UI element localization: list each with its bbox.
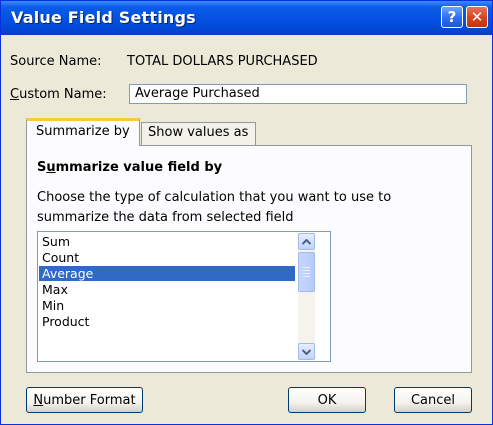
ok-button[interactable]: OK — [288, 387, 366, 413]
list-item-max[interactable]: Max — [39, 282, 295, 297]
tab-show-values-as[interactable]: Show values as — [141, 122, 256, 146]
heading-accel: u — [46, 160, 56, 175]
title-bar[interactable]: Value Field Settings ? ✕ — [1, 1, 492, 35]
help-label: ? — [447, 8, 457, 26]
list-item-sum[interactable]: Sum — [39, 234, 295, 249]
close-icon[interactable]: ✕ — [466, 6, 488, 28]
list-item-count[interactable]: Count — [39, 250, 295, 265]
scrollbar-thumb[interactable] — [298, 252, 315, 292]
help-icon[interactable]: ? — [441, 6, 463, 28]
list-item-product[interactable]: Product — [39, 314, 295, 329]
number-format-accel: N — [33, 392, 44, 408]
number-format-label: umber Format — [43, 392, 136, 408]
summarize-heading: Summarize value field by — [37, 160, 222, 175]
custom-name-input[interactable]: Average Purchased — [129, 84, 467, 104]
heading-rest: mmarize value field by — [55, 160, 223, 175]
arrow-down-icon[interactable] — [298, 343, 315, 360]
list-item-average[interactable]: Average — [39, 266, 295, 281]
value-field-settings-dialog: Value Field Settings ? ✕ Source Name: TO… — [0, 0, 493, 425]
source-name-value: TOTAL DOLLARS PURCHASED — [127, 54, 318, 69]
source-name-label: Source Name: — [10, 54, 102, 69]
summarize-description: Choose the type of calculation that you … — [37, 190, 392, 225]
number-format-button[interactable]: Number Format — [26, 387, 143, 413]
calculation-listbox[interactable]: Sum Count Average Max Min Product — [37, 231, 331, 362]
cancel-button[interactable]: Cancel — [394, 387, 472, 413]
tab-summarize-by[interactable]: Summarize by — [26, 118, 140, 146]
custom-name-label: Custom Name: — [10, 87, 107, 102]
custom-name-accel: C — [10, 87, 20, 102]
custom-name-label-text: ustom Name: — [19, 87, 107, 102]
arrow-up-icon[interactable] — [298, 233, 315, 250]
heading-s: S — [37, 160, 47, 175]
dialog-title: Value Field Settings — [11, 8, 196, 27]
list-item-min[interactable]: Min — [39, 298, 295, 313]
close-label: ✕ — [470, 8, 484, 26]
